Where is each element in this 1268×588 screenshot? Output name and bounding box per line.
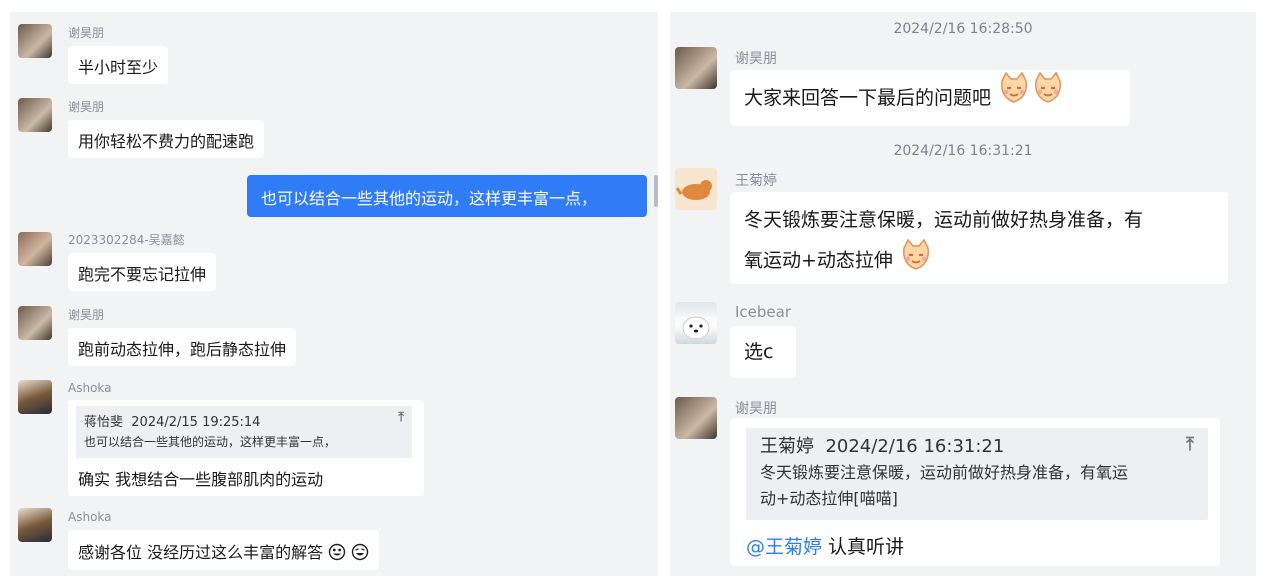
message-bubble[interactable]: 用你轻松不费力的配速跑: [68, 120, 265, 158]
message-bubble[interactable]: 半小时至少: [68, 46, 169, 84]
message-text: 大家来回答一下最后的问题吧: [744, 87, 992, 109]
quote-time: 2024/2/16 16:31:21: [825, 436, 1005, 457]
message-text: @王菊婷 认真听讲: [746, 532, 904, 559]
sender-name: Ashoka: [68, 381, 112, 395]
avatar-xie[interactable]: [675, 47, 717, 89]
quote-header: 蒋怡斐 2024/2/15 19:25:14: [84, 411, 404, 430]
cat-emoji-icon: [899, 238, 933, 284]
pin-to-top-icon[interactable]: ⤒: [1186, 432, 1194, 458]
sender-name: 2023302284-吴嘉懿: [68, 233, 185, 247]
self-message-bubble[interactable]: 也可以结合一些其他的运动，这样更丰富一点，: [247, 175, 647, 217]
sender-name: 王菊婷: [735, 173, 777, 189]
message-bubble[interactable]: 跑前动态拉伸，跑后静态拉伸: [68, 328, 297, 366]
grinning-emoji-icon: [328, 543, 346, 565]
avatar-xie[interactable]: [18, 306, 52, 340]
quote-author: 王菊婷: [760, 436, 814, 457]
avatar-wu[interactable]: [18, 232, 52, 266]
quote-header: 王菊婷 2024/2/16 16:31:21: [760, 434, 1194, 460]
timestamp: 2024/2/16 16:28:50: [893, 21, 1033, 37]
avatar-ashoka[interactable]: [18, 508, 52, 542]
pin-to-top-icon[interactable]: ⤒: [398, 410, 404, 425]
avatar-wang[interactable]: [675, 168, 717, 210]
avatar-xie[interactable]: [18, 98, 52, 132]
cat-emoji-icon: [1031, 71, 1065, 127]
mention-link[interactable]: @王菊婷: [746, 536, 822, 558]
reply-message-bubble[interactable]: 王菊婷 2024/2/16 16:31:21 冬天锻炼要注意保暖，运动前做好热身…: [730, 418, 1220, 566]
message-bubble[interactable]: 选c: [730, 326, 796, 378]
quote-text-line: 动+动态拉伸[喵喵]: [760, 489, 898, 508]
message-bubble[interactable]: 大家来回答一下最后的问题吧: [730, 70, 1130, 126]
avatar-xie[interactable]: [18, 24, 52, 58]
sender-name: 谢昊朋: [735, 51, 777, 67]
quote-text: 也可以结合一些其他的运动，这样更丰富一点，: [84, 435, 337, 449]
message-text-line: 冬天锻炼要注意保暖，运动前做好热身准备，有: [744, 209, 1144, 231]
message-text: 认真听讲: [822, 536, 905, 558]
message-bubble[interactable]: 跑完不要忘记拉伸: [68, 253, 217, 291]
sender-name: 谢昊朋: [68, 308, 105, 322]
avatar-icebear[interactable]: [675, 302, 717, 344]
avatar-xie[interactable]: [675, 397, 717, 439]
chat-panel-left: 谢昊朋 半小时至少 谢昊朋 用你轻松不费力的配速跑 也可以结合一些其他的运动，这…: [10, 12, 658, 576]
sender-name: 谢昊朋: [68, 26, 105, 40]
message-text-line: 氧运动+动态拉伸: [744, 249, 893, 272]
quoted-message[interactable]: 蒋怡斐 2024/2/15 19:25:14 也可以结合一些其他的运动，这样更丰…: [76, 406, 412, 458]
quoted-message[interactable]: 王菊婷 2024/2/16 16:31:21 冬天锻炼要注意保暖，运动前做好热身…: [746, 428, 1208, 520]
reply-message-bubble[interactable]: 蒋怡斐 2024/2/15 19:25:14 也可以结合一些其他的运动，这样更丰…: [68, 400, 424, 496]
message-bubble[interactable]: 感谢各位 没经历过这么丰富的解答: [68, 530, 380, 570]
laughing-emoji-icon: [351, 543, 369, 565]
message-text: 感谢各位 没经历过这么丰富的解答: [78, 543, 324, 562]
quote-author: 蒋怡斐: [84, 415, 124, 430]
sender-name: 谢昊朋: [735, 401, 777, 417]
message-bubble[interactable]: 冬天锻炼要注意保暖，运动前做好热身准备，有 氧运动+动态拉伸: [730, 192, 1228, 284]
quote-time: 2024/2/15 19:25:14: [131, 415, 261, 430]
message-text: 确实 我想结合一些腹部肌肉的运动: [78, 470, 324, 489]
scrollbar[interactable]: [654, 175, 658, 207]
cat-emoji-icon: [997, 71, 1031, 127]
quote-text-line: 冬天锻炼要注意保暖，运动前做好热身准备，有氧运: [760, 463, 1129, 482]
sender-name: Ashoka: [68, 510, 112, 524]
chat-panel-right: 2024/2/16 16:28:50 谢昊朋 大家来回答一下最后的问题吧 202…: [670, 12, 1256, 576]
sender-name: Icebear: [735, 303, 792, 321]
sender-name: 谢昊朋: [68, 100, 105, 114]
timestamp: 2024/2/16 16:31:21: [893, 143, 1033, 159]
avatar-ashoka[interactable]: [18, 380, 52, 414]
